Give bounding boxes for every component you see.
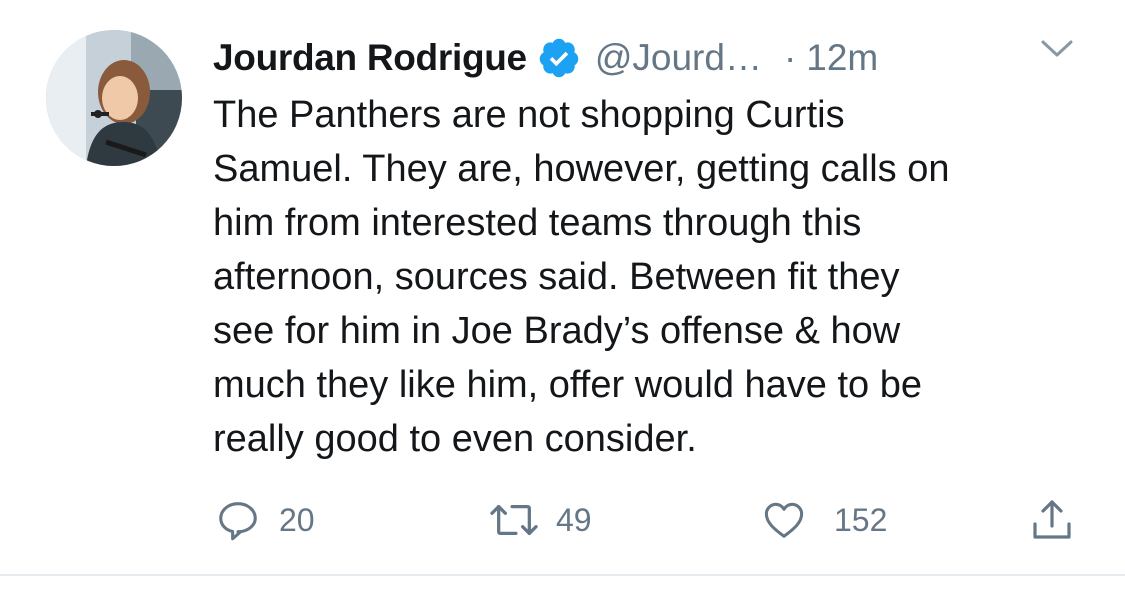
tweet-actions: 20 49 152 <box>0 495 1125 545</box>
share-button[interactable] <box>1028 495 1076 545</box>
retweet-icon <box>490 504 538 536</box>
share-icon <box>1033 500 1071 539</box>
display-name[interactable]: Jourdan Rodrigue <box>213 37 527 79</box>
tweet-text-line: afternoon, sources said. Between fit the… <box>213 256 900 298</box>
timestamp[interactable]: 12m <box>806 37 878 79</box>
retweet-count: 49 <box>556 501 592 538</box>
reply-icon <box>219 502 257 541</box>
chevron-down-icon[interactable] <box>1040 38 1074 60</box>
tweet-text-line: him from interested teams through this <box>213 202 862 244</box>
like-button[interactable]: 152 <box>760 495 887 545</box>
reply-button[interactable]: 20 <box>215 495 315 545</box>
divider <box>0 574 1125 576</box>
user-handle[interactable]: @Jourd… <box>595 37 762 79</box>
tweet-card[interactable]: Jourdan Rodrigue @Jourd… · 12m The Panth… <box>0 0 1125 597</box>
reply-count: 20 <box>279 501 315 538</box>
verified-badge-icon <box>537 36 581 80</box>
avatar-image <box>46 30 182 166</box>
avatar[interactable] <box>46 30 182 166</box>
tweet-text-line: see for him in Joe Brady’s offense & how <box>213 310 901 352</box>
retweet-button[interactable]: 49 <box>486 495 592 545</box>
tweet-header: Jourdan Rodrigue @Jourd… · 12m <box>213 30 1093 86</box>
tweet-text-line: much they like him, offer would have to … <box>213 364 923 406</box>
tweet-text-line: The Panthers are not shopping Curtis <box>213 94 845 136</box>
like-count: 152 <box>834 501 888 538</box>
separator-dot: · <box>783 37 797 78</box>
tweet-text: The Panthers are not shopping Curtis Sam… <box>213 88 1093 466</box>
heart-icon <box>764 502 804 538</box>
tweet-text-line: Samuel. They are, however, getting calls… <box>213 148 950 190</box>
tweet-text-line: really good to even consider. <box>213 418 697 460</box>
